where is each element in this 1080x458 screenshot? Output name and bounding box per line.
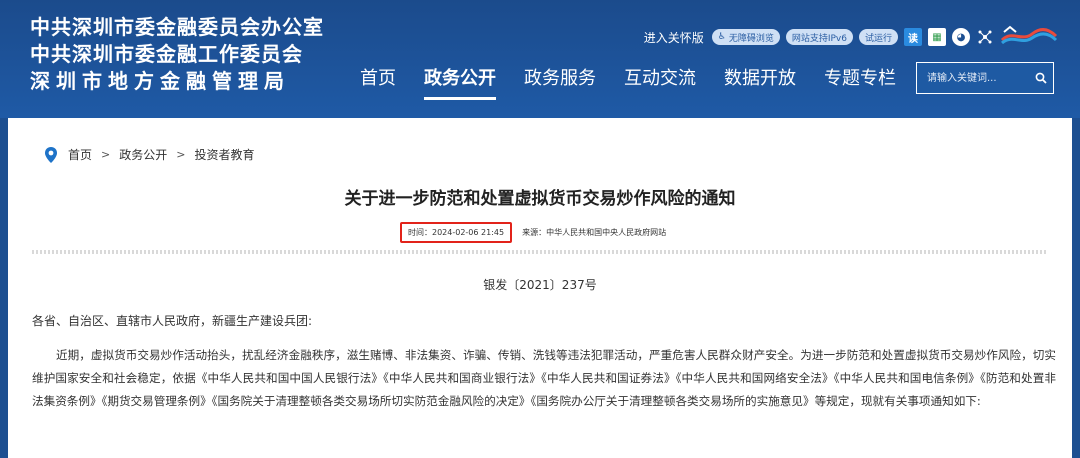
main-nav: 首页 政务公开 政务服务 互动交流 数据开放 专题专栏 <box>360 66 924 100</box>
breadcrumb-government-affairs[interactable]: 政务公开 <box>119 146 167 163</box>
search-input[interactable] <box>917 71 1029 85</box>
site-header: 中共深圳市委金融委员会办公室 中共深圳市委金融工作委员会 深圳市地方金融管理局 … <box>0 0 1080 118</box>
breadcrumb-home[interactable]: 首页 <box>68 146 92 163</box>
top-toolbar: 进入关怀版 ♿ 无障碍浏览 网站支持IPv6 试运行 读 ▦ ◕ <box>644 24 1058 50</box>
nav-open-data[interactable]: 数据开放 <box>724 66 796 92</box>
ipv6-badge[interactable]: 网站支持IPv6 <box>785 29 853 45</box>
accessibility-icon: ♿ <box>717 32 726 42</box>
article-title: 关于进一步防范和处置虚拟货币交易炒作风险的通知 <box>344 189 736 209</box>
weibo-icon[interactable]: ◕ <box>952 28 970 46</box>
main-content: 首页 > 政务公开 > 投资者教育 关于进一步防范和处置虚拟货币交易炒作风险的通… <box>8 118 1072 458</box>
accessibility-label: 无障碍浏览 <box>728 33 774 44</box>
publish-time: 时间：2024-02-06 21:45 <box>400 222 513 243</box>
article-source: 来源：中华人民共和国中央人民政府网站 <box>522 228 667 237</box>
breadcrumb-separator: > <box>176 148 186 161</box>
dotted-divider <box>32 250 1048 254</box>
nav-home[interactable]: 首页 <box>360 66 396 92</box>
shenzhen-logo[interactable] <box>1000 24 1058 50</box>
search-box <box>916 62 1054 94</box>
org-line-3: 深圳市地方金融管理局 <box>30 69 290 93</box>
body-paragraph: 近期，虚拟货币交易炒作活动抬头，扰乱经济金融秩序，滋生赌博、非法集资、诈骗、传销… <box>32 348 1056 408</box>
read-icon[interactable]: 读 <box>904 28 922 46</box>
breadcrumb-separator: > <box>101 148 111 161</box>
nav-government-affairs[interactable]: 政务公开 <box>424 66 496 100</box>
recipient-line: 各省、自治区、直辖市人民政府，新疆生产建设兵团: <box>32 314 313 328</box>
search-button[interactable] <box>1029 63 1053 93</box>
accessibility-button[interactable]: ♿ 无障碍浏览 <box>711 29 780 45</box>
care-version-link[interactable]: 进入关怀版 <box>644 29 704 46</box>
document-number: 银发〔2021〕237号 <box>483 278 597 292</box>
nav-government-services[interactable]: 政务服务 <box>524 66 596 92</box>
nav-interaction[interactable]: 互动交流 <box>624 66 696 92</box>
location-pin-icon <box>45 146 57 163</box>
search-icon <box>1035 72 1047 84</box>
wechat-icon[interactable]: ▦ <box>928 28 946 46</box>
org-title[interactable]: 中共深圳市委金融委员会办公室 中共深圳市委金融工作委员会 深圳市地方金融管理局 <box>30 14 330 95</box>
network-icon[interactable] <box>976 28 994 46</box>
trial-badge[interactable]: 试运行 <box>858 29 898 45</box>
org-line-1: 中共深圳市委金融委员会办公室 <box>30 15 324 39</box>
nav-special-topics[interactable]: 专题专栏 <box>824 66 896 92</box>
org-line-2: 中共深圳市委金融工作委员会 <box>30 42 303 66</box>
breadcrumb-investor-education[interactable]: 投资者教育 <box>194 146 254 163</box>
article-meta: 时间：2024-02-06 21:45 来源：中华人民共和国中央人民政府网站 <box>400 222 666 243</box>
breadcrumb: 首页 > 政务公开 > 投资者教育 <box>44 146 254 163</box>
